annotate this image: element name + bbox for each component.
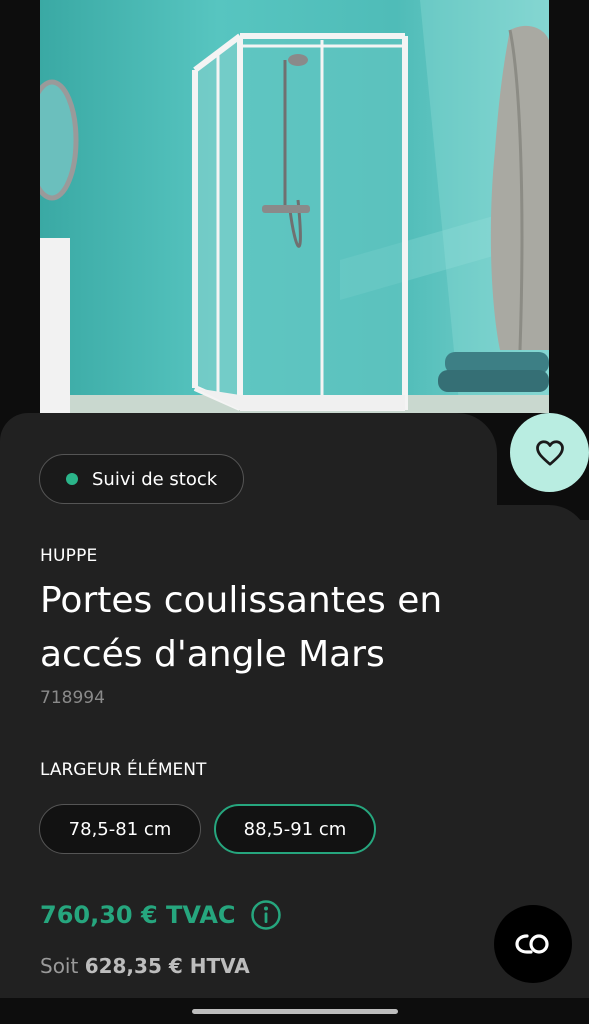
- info-icon[interactable]: [250, 899, 282, 931]
- width-option-78-81[interactable]: 78,5-81 cm: [39, 804, 201, 854]
- width-option-88-91[interactable]: 88,5-91 cm: [214, 804, 376, 854]
- width-option-label-text: 78,5-81 cm: [68, 818, 172, 840]
- price-htva: Soit 628,35 € HTVA: [40, 954, 250, 978]
- shower-illustration: [40, 0, 549, 413]
- chat-fab-button[interactable]: [494, 905, 572, 983]
- stock-label: Suivi de stock: [92, 468, 218, 490]
- chat-bubbles-icon: [515, 934, 549, 954]
- stock-status-dot: [66, 473, 78, 485]
- price-tvac: 760,30 € TVAC: [40, 899, 282, 931]
- favorite-button[interactable]: [510, 413, 589, 492]
- price-tvac-value: 760,30 € TVAC: [40, 901, 236, 929]
- heart-icon: [535, 439, 564, 466]
- product-reference: 718994: [40, 688, 105, 708]
- width-option-label-text: 88,5-91 cm: [243, 818, 347, 840]
- price-htva-prefix: Soit: [40, 954, 85, 978]
- stock-tracking-button[interactable]: Suivi de stock: [39, 454, 245, 504]
- product-brand: HUPPE: [40, 546, 98, 566]
- price-htva-value: 628,35 € HTVA: [84, 954, 250, 978]
- product-image: [40, 0, 549, 413]
- width-option-label: LARGEUR ÉLÉMENT: [40, 760, 207, 780]
- product-title: Portes coulissantes en accés d'angle Mar…: [40, 580, 443, 675]
- home-indicator[interactable]: [192, 1009, 398, 1014]
